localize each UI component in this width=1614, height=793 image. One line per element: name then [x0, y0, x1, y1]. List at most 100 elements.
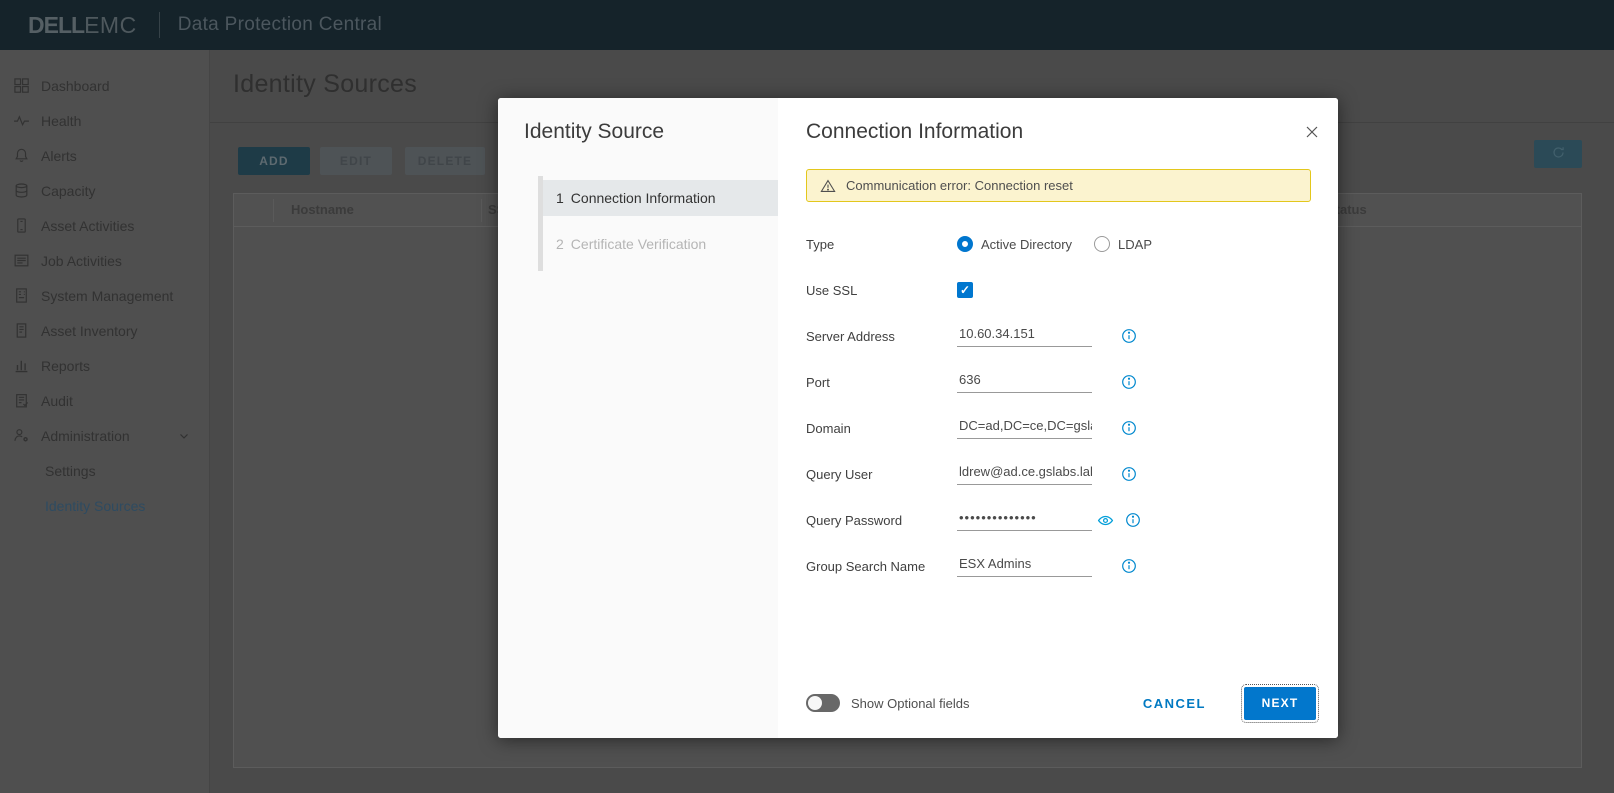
edit-button[interactable]: EDIT: [320, 147, 392, 175]
group-search-name-input[interactable]: ESX Admins: [957, 556, 1092, 577]
job-activities-icon: [14, 254, 29, 267]
chevron-down-icon: [180, 433, 188, 439]
health-icon: [14, 115, 29, 127]
topbar: DELL EMC Data Protection Central: [0, 0, 1614, 50]
query-password-input[interactable]: ••••••••••••••: [957, 510, 1092, 531]
topbar-divider: [158, 12, 160, 38]
sidebar-label: Administration: [41, 427, 130, 444]
sidebar-item-reports[interactable]: Reports: [0, 348, 209, 383]
bell-icon: [15, 148, 28, 162]
audit-icon: [16, 394, 29, 408]
brand-emc: EMC: [84, 11, 137, 38]
query-user-input[interactable]: ldrew@ad.ce.gslabs.lab.e: [957, 464, 1092, 485]
dashboard-icon: [14, 78, 29, 93]
radio-active-directory[interactable]: Active Directory: [957, 236, 1072, 252]
sidebar: Dashboard Health Alerts Capacity Asset A…: [0, 50, 210, 793]
radio-ldap[interactable]: LDAP: [1094, 236, 1152, 252]
sidebar-label: Identity Sources: [45, 497, 146, 514]
sidebar-label: System Management: [41, 287, 174, 304]
query-user-row: Query User ldrew@ad.ce.gslabs.lab.e: [806, 451, 1311, 497]
app-title: Data Protection Central: [177, 14, 383, 35]
add-button[interactable]: ADD: [238, 147, 310, 175]
sidebar-item-alerts[interactable]: Alerts: [0, 138, 209, 173]
info-icon[interactable]: [1121, 374, 1137, 390]
identity-source-modal: Identity Source 1 Connection Information…: [498, 98, 1338, 738]
close-icon[interactable]: [1304, 124, 1320, 140]
query-password-label: Query Password: [806, 512, 903, 528]
connection-information-panel: Connection Information Communication err…: [778, 98, 1338, 738]
show-optional-fields-label: Show Optional fields: [851, 695, 970, 711]
sidebar-item-system-management[interactable]: System Management: [0, 278, 209, 313]
sidebar-item-settings[interactable]: Settings: [0, 453, 209, 488]
show-password-eye-icon[interactable]: [1097, 512, 1114, 529]
domain-input[interactable]: DC=ad,DC=ce,DC=gslab: [957, 418, 1092, 439]
sidebar-item-asset-activities[interactable]: Asset Activities: [0, 208, 209, 243]
next-button[interactable]: NEXT: [1241, 683, 1319, 723]
type-label: Type: [806, 236, 835, 252]
sidebar-label: Asset Inventory: [41, 322, 138, 339]
wizard-step-panel: Identity Source 1 Connection Information…: [498, 98, 778, 738]
sidebar-label: Health: [41, 112, 82, 129]
info-icon[interactable]: [1125, 512, 1141, 528]
info-icon[interactable]: [1121, 420, 1137, 436]
warning-text: Communication error: Connection reset: [846, 178, 1073, 193]
system-management-icon: [16, 288, 27, 303]
port-input[interactable]: 636: [957, 372, 1092, 393]
refresh-button[interactable]: [1534, 140, 1582, 168]
sidebar-item-asset-inventory[interactable]: Asset Inventory: [0, 313, 209, 348]
server-address-input[interactable]: 10.60.34.151: [957, 326, 1092, 347]
radio-unselected-icon[interactable]: [1094, 236, 1111, 252]
sidebar-item-health[interactable]: Health: [0, 103, 209, 138]
administration-icon: [14, 429, 28, 442]
port-label: Port: [806, 374, 830, 390]
sidebar-label: Audit: [41, 392, 73, 409]
cancel-button[interactable]: CANCEL: [1143, 696, 1206, 711]
info-icon[interactable]: [1121, 558, 1137, 574]
group-search-name-row: Group Search Name ESX Admins: [806, 543, 1311, 589]
step-certificate-verification[interactable]: 2 Certificate Verification: [543, 229, 778, 259]
sidebar-item-administration[interactable]: Administration: [0, 418, 209, 453]
radio-selected-icon[interactable]: [957, 236, 973, 252]
step-label: Certificate Verification: [570, 236, 707, 252]
domain-label: Domain: [806, 420, 851, 436]
radio-label: LDAP: [1118, 236, 1152, 252]
info-icon[interactable]: [1121, 328, 1137, 344]
show-optional-fields-toggle[interactable]: [806, 694, 840, 712]
sidebar-label: Alerts: [41, 147, 77, 164]
use-ssl-checkbox[interactable]: ✓: [957, 282, 973, 298]
delete-button[interactable]: DELETE: [405, 147, 485, 175]
sidebar-item-identity-sources[interactable]: Identity Sources: [0, 488, 209, 523]
asset-inventory-icon: [16, 323, 27, 338]
sidebar-item-capacity[interactable]: Capacity: [0, 173, 209, 208]
sidebar-item-audit[interactable]: Audit: [0, 383, 209, 418]
panel-title: Connection Information: [806, 120, 1024, 143]
reports-icon: [15, 360, 28, 373]
refresh-icon: [1552, 147, 1564, 158]
sidebar-label: Settings: [45, 462, 96, 479]
query-password-row: Query Password ••••••••••••••: [806, 497, 1311, 543]
warning-banner: Communication error: Connection reset: [806, 169, 1311, 202]
modal-title: Identity Source: [524, 120, 665, 143]
radio-label: Active Directory: [981, 236, 1073, 252]
type-row: Type Active Directory LDAP: [806, 221, 1311, 267]
sidebar-item-dashboard[interactable]: Dashboard: [0, 68, 209, 103]
info-icon[interactable]: [1121, 466, 1137, 482]
query-user-label: Query User: [806, 466, 873, 482]
sidebar-label: Capacity: [41, 182, 96, 199]
toggle-knob: [808, 696, 822, 710]
brand-dell: DELL: [28, 11, 85, 38]
column-divider: [481, 199, 482, 222]
use-ssl-row: Use SSL ✓: [806, 267, 1311, 313]
sidebar-label: Reports: [41, 357, 91, 374]
server-address-row: Server Address 10.60.34.151: [806, 313, 1311, 359]
asset-activities-icon: [17, 218, 26, 233]
column-header-hostname[interactable]: Hostname: [291, 202, 354, 217]
sidebar-item-job-activities[interactable]: Job Activities: [0, 243, 209, 278]
dellemc-logo: DELL EMC: [28, 12, 137, 39]
connection-form: Type Active Directory LDAP Use SSL ✓ Ser…: [806, 221, 1311, 589]
database-icon: [15, 183, 28, 198]
page-title: Identity Sources: [233, 70, 418, 98]
step-number: 2: [556, 236, 564, 252]
group-search-name-label: Group Search Name: [806, 558, 926, 574]
step-connection-information[interactable]: 1 Connection Information: [543, 180, 778, 216]
